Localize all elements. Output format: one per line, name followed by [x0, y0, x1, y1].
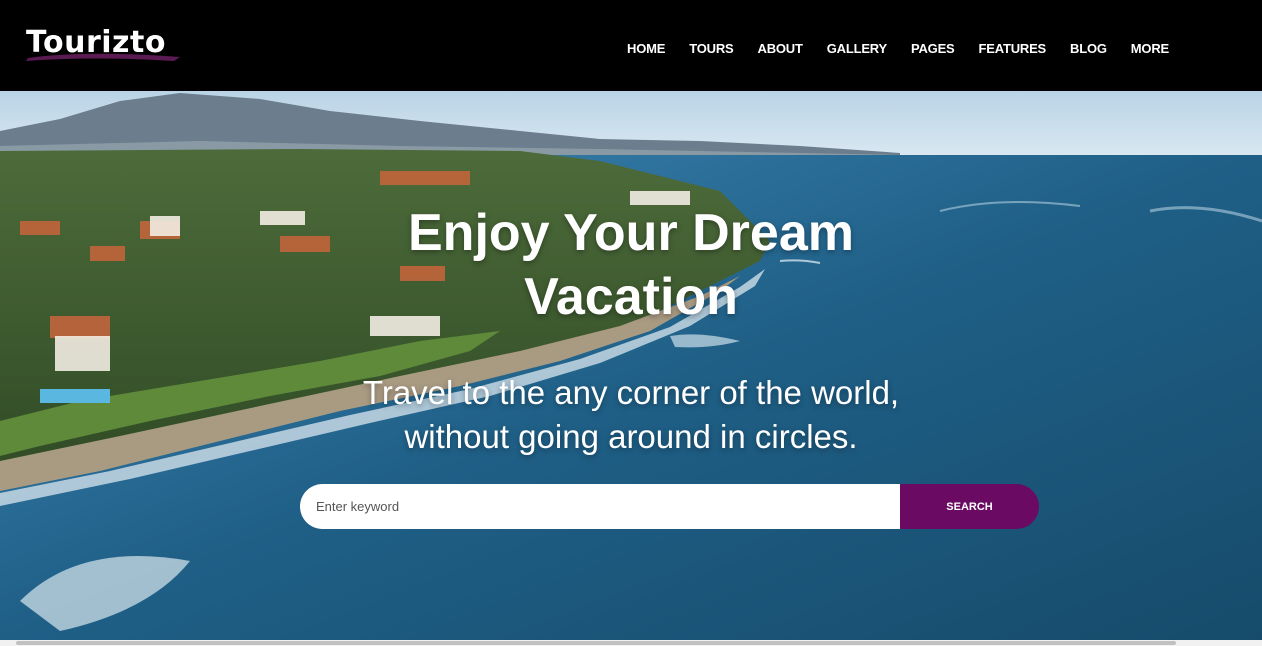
hero-section: Enjoy Your Dream Vacation Travel to the … [0, 91, 1262, 640]
header-bar: Tourizto HOME TOURS ABOUT GALLERY PAGES … [0, 0, 1262, 91]
nav-item-gallery[interactable]: GALLERY [827, 41, 887, 56]
logo-text: Tourizto [26, 25, 166, 60]
hero-title: Enjoy Your Dream Vacation [0, 201, 1262, 329]
hero-title-line-1: Enjoy Your Dream [408, 204, 854, 262]
hero-background-image [0, 91, 1262, 640]
search-form: SEARCH [300, 484, 1039, 529]
nav-item-home[interactable]: HOME [627, 41, 665, 56]
main-nav: HOME TOURS ABOUT GALLERY PAGES FEATURES … [627, 40, 1169, 58]
search-input[interactable] [300, 484, 900, 529]
hero-subtitle-line-1: Travel to the any corner of the world, [362, 374, 900, 411]
scrollbar-thumb[interactable] [16, 641, 1176, 645]
search-button[interactable]: SEARCH [900, 484, 1039, 529]
nav-item-features[interactable]: FEATURES [979, 41, 1047, 56]
nav-item-about[interactable]: ABOUT [758, 41, 803, 56]
nav-item-pages[interactable]: PAGES [911, 41, 955, 56]
nav-item-tours[interactable]: TOURS [689, 41, 733, 56]
hero-subtitle-line-2: without going around in circles. [404, 418, 858, 455]
horizontal-scrollbar[interactable] [0, 640, 1262, 646]
nav-item-more[interactable]: MORE [1131, 41, 1169, 56]
hero-subtitle: Travel to the any corner of the world, w… [0, 371, 1262, 459]
nav-item-blog[interactable]: BLOG [1070, 41, 1107, 56]
hero-title-line-2: Vacation [524, 268, 738, 326]
